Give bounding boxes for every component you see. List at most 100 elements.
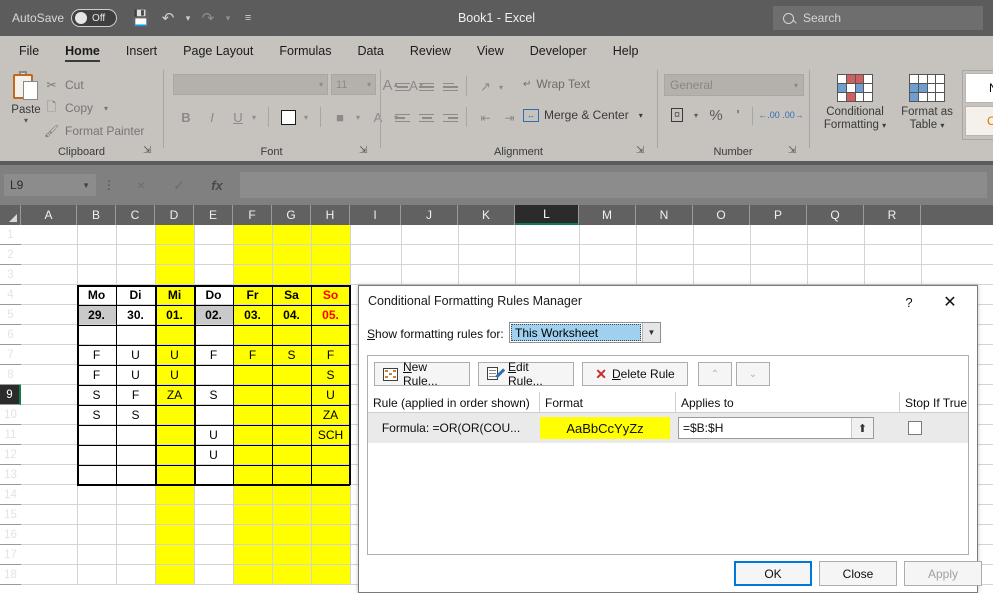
table-data-cell[interactable]: U — [116, 345, 155, 364]
increase-indent-button[interactable]: ⇥ — [498, 107, 521, 129]
borders-button[interactable] — [276, 105, 300, 129]
table-data-cell[interactable]: F — [77, 345, 116, 364]
search-box[interactable]: Search — [773, 6, 983, 30]
table-date-cell[interactable]: 02. — [194, 305, 233, 324]
column-header-I[interactable]: I — [350, 205, 401, 225]
cell-styles-gallery[interactable]: Norma Calcula — [962, 70, 993, 140]
row-header-14[interactable]: 14 — [0, 485, 21, 505]
tab-data[interactable]: Data — [344, 36, 396, 65]
format-as-table-chevron-down-icon[interactable]: ▾ — [940, 121, 944, 130]
table-date-cell[interactable]: 05. — [311, 305, 350, 324]
rule-format-preview[interactable]: AaBbCcYyZz — [540, 417, 670, 439]
select-all-corner[interactable] — [0, 205, 21, 225]
table-data-cell[interactable]: S — [272, 345, 311, 364]
row-header-1[interactable]: 1 — [0, 225, 21, 245]
tab-view[interactable]: View — [464, 36, 517, 65]
comma-style-button[interactable]: ' — [728, 105, 748, 125]
format-painter-button[interactable]: 🖌 Format Painter — [44, 121, 144, 141]
row-header-9[interactable]: 9 — [0, 385, 21, 405]
table-date-cell[interactable]: 30. — [116, 305, 155, 324]
help-icon[interactable]: ? — [895, 290, 923, 314]
table-data-cell[interactable]: SCH — [311, 425, 350, 444]
align-center-button[interactable] — [415, 107, 438, 129]
tab-page-layout[interactable]: Page Layout — [170, 36, 266, 65]
dialog-close-button[interactable]: Close — [819, 561, 897, 586]
move-rule-up-button[interactable]: ⌃ — [698, 362, 732, 386]
row-header-7[interactable]: 7 — [0, 345, 21, 365]
show-rules-chevron-down-icon[interactable]: ▼ — [642, 323, 660, 342]
cell-style-normal[interactable]: Norma — [965, 73, 993, 103]
column-header-B[interactable]: B — [77, 205, 116, 225]
cancel-entry-button[interactable]: × — [122, 172, 160, 198]
font-size-select[interactable]: 11 ▾ — [331, 74, 376, 95]
table-data-cell[interactable]: U — [155, 365, 194, 384]
show-rules-for-select[interactable]: This Worksheet ▼ — [509, 322, 661, 343]
underline-chevron-down-icon[interactable]: ▾ — [248, 105, 260, 129]
tab-formulas[interactable]: Formulas — [266, 36, 344, 65]
formula-bar-handle[interactable]: ⋮ — [96, 178, 122, 192]
table-data-cell[interactable]: F — [77, 365, 116, 384]
tab-home[interactable]: Home — [52, 36, 113, 65]
tab-help[interactable]: Help — [600, 36, 652, 65]
orientation-chevron-down-icon[interactable]: ▾ — [495, 76, 507, 98]
column-header-G[interactable]: G — [272, 205, 311, 225]
column-header-F[interactable]: F — [233, 205, 272, 225]
column-header-J[interactable]: J — [401, 205, 458, 225]
table-data-cell[interactable]: F — [311, 345, 350, 364]
alignment-dialog-launcher[interactable]: ⇲ — [636, 145, 648, 157]
table-data-cell[interactable]: S — [77, 405, 116, 424]
row-header-3[interactable]: 3 — [0, 265, 21, 285]
row-header-4[interactable]: 4 — [0, 285, 21, 305]
table-data-cell[interactable]: F — [233, 345, 272, 364]
table-header-cell[interactable]: Mi — [155, 285, 194, 304]
table-date-cell[interactable]: 01. — [155, 305, 194, 324]
cell-style-calculation[interactable]: Calcula — [965, 106, 993, 136]
column-header-N[interactable]: N — [636, 205, 693, 225]
column-header-O[interactable]: O — [693, 205, 750, 225]
table-data-cell[interactable]: U — [311, 385, 350, 404]
table-data-cell[interactable]: F — [194, 345, 233, 364]
italic-button[interactable]: I — [200, 105, 224, 129]
cut-button[interactable]: ✂ Cut — [44, 75, 83, 95]
font-dialog-launcher[interactable]: ⇲ — [359, 145, 371, 157]
accounting-format-button[interactable]: ¤ — [666, 105, 688, 125]
tab-developer[interactable]: Developer — [517, 36, 600, 65]
conditional-formatting-button[interactable]: Conditional Formatting ▾ — [820, 71, 890, 137]
undo-icon[interactable]: ↶ — [156, 6, 180, 30]
column-header-M[interactable]: M — [579, 205, 636, 225]
align-bottom-button[interactable] — [439, 76, 462, 98]
conditional-formatting-chevron-down-icon[interactable]: ▾ — [882, 121, 886, 130]
underline-button[interactable]: U — [226, 105, 250, 129]
align-middle-button[interactable] — [415, 76, 438, 98]
number-format-select[interactable]: General ▾ — [664, 74, 804, 96]
fill-color-button[interactable]: ■ — [328, 105, 352, 129]
decrease-decimal-button[interactable]: .00→ — [782, 105, 804, 125]
increase-decimal-button[interactable]: ←.00 — [758, 105, 780, 125]
column-header-K[interactable]: K — [458, 205, 515, 225]
font-name-select[interactable]: ▾ — [173, 74, 328, 95]
column-header-Q[interactable]: Q — [807, 205, 864, 225]
percent-style-button[interactable]: % — [706, 105, 726, 125]
bold-button[interactable]: B — [174, 105, 198, 129]
table-data-cell[interactable]: U — [116, 365, 155, 384]
row-header-2[interactable]: 2 — [0, 245, 21, 265]
insert-function-button[interactable]: fx — [198, 172, 236, 198]
column-header-H[interactable]: H — [311, 205, 350, 225]
table-header-cell[interactable]: So — [311, 285, 350, 304]
table-data-cell[interactable]: U — [194, 425, 233, 444]
merge-center-button[interactable]: ↔ Merge & Center ▾ — [523, 108, 643, 122]
format-as-table-button[interactable]: Format as Table ▾ — [892, 71, 962, 137]
table-data-cell[interactable]: S — [194, 385, 233, 404]
align-left-button[interactable] — [391, 107, 414, 129]
applies-to-input[interactable]: =$B:$H ⬆ — [678, 417, 874, 439]
customize-quick-access-icon[interactable]: ≡ — [236, 6, 260, 30]
column-header-D[interactable]: D — [155, 205, 194, 225]
clipboard-dialog-launcher[interactable]: ⇲ — [143, 145, 155, 157]
table-date-cell[interactable]: 29. — [77, 305, 116, 324]
row-header-12[interactable]: 12 — [0, 445, 21, 465]
align-right-button[interactable] — [439, 107, 462, 129]
save-icon[interactable]: 💾 — [129, 6, 153, 30]
confirm-entry-button[interactable]: ✓ — [160, 172, 198, 198]
copy-button[interactable]: 🗋 Copy ▾ — [44, 98, 108, 118]
table-data-cell[interactable]: ZA — [311, 405, 350, 424]
